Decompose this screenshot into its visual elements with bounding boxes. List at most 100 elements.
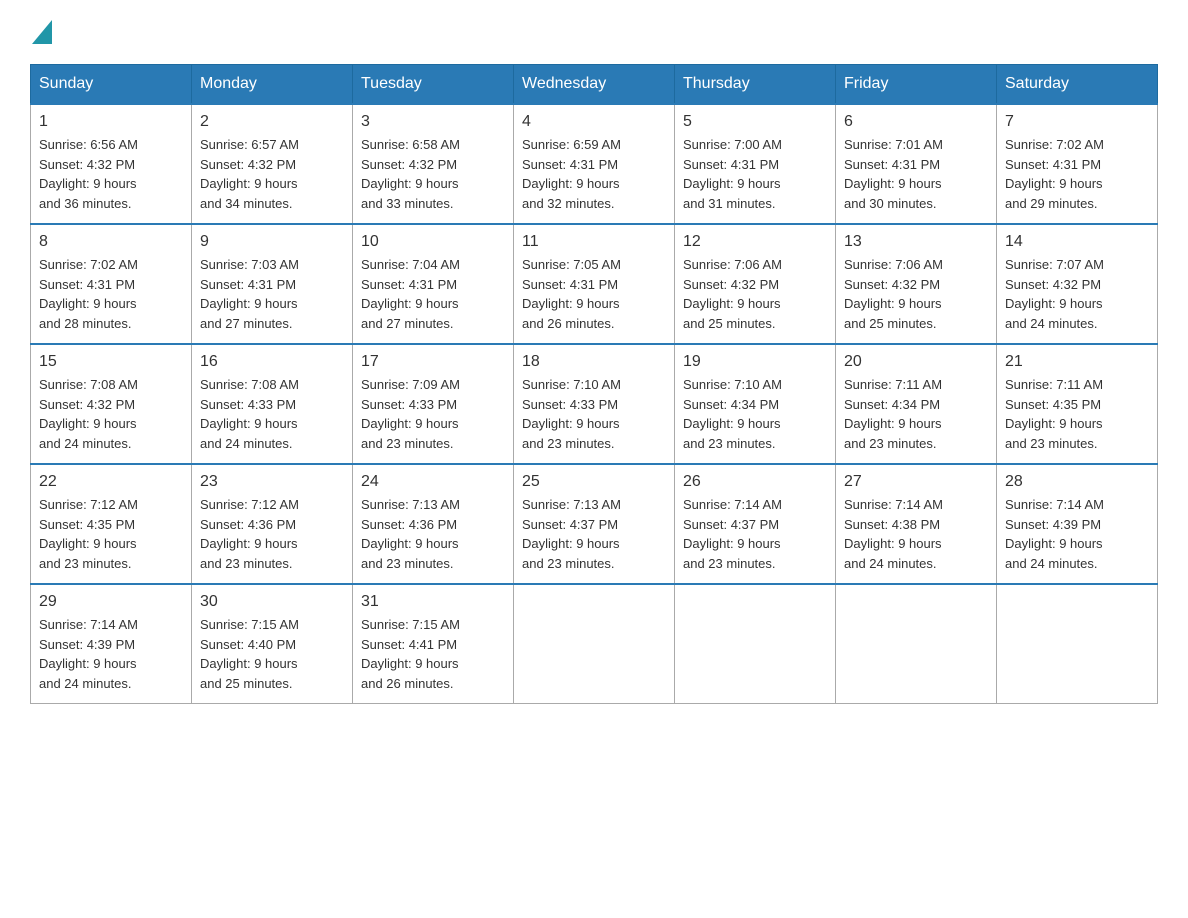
day-info: Sunrise: 7:11 AM Sunset: 4:34 PM Dayligh…: [844, 375, 988, 453]
day-info: Sunrise: 7:07 AM Sunset: 4:32 PM Dayligh…: [1005, 255, 1149, 333]
day-number: 22: [39, 473, 183, 491]
calendar-cell: 4 Sunrise: 6:59 AM Sunset: 4:31 PM Dayli…: [514, 104, 675, 224]
calendar-cell: 27 Sunrise: 7:14 AM Sunset: 4:38 PM Dayl…: [836, 464, 997, 584]
calendar-cell: 25 Sunrise: 7:13 AM Sunset: 4:37 PM Dayl…: [514, 464, 675, 584]
day-number: 2: [200, 113, 344, 131]
calendar-cell: 31 Sunrise: 7:15 AM Sunset: 4:41 PM Dayl…: [353, 584, 514, 704]
column-header-monday: Monday: [192, 65, 353, 105]
day-info: Sunrise: 7:04 AM Sunset: 4:31 PM Dayligh…: [361, 255, 505, 333]
calendar-cell: 24 Sunrise: 7:13 AM Sunset: 4:36 PM Dayl…: [353, 464, 514, 584]
day-info: Sunrise: 7:06 AM Sunset: 4:32 PM Dayligh…: [683, 255, 827, 333]
day-info: Sunrise: 7:14 AM Sunset: 4:39 PM Dayligh…: [1005, 495, 1149, 573]
day-number: 8: [39, 233, 183, 251]
day-number: 10: [361, 233, 505, 251]
week-row-5: 29 Sunrise: 7:14 AM Sunset: 4:39 PM Dayl…: [31, 584, 1158, 704]
calendar-cell: [997, 584, 1158, 704]
day-number: 31: [361, 593, 505, 611]
calendar-cell: 1 Sunrise: 6:56 AM Sunset: 4:32 PM Dayli…: [31, 104, 192, 224]
day-info: Sunrise: 7:14 AM Sunset: 4:38 PM Dayligh…: [844, 495, 988, 573]
column-header-sunday: Sunday: [31, 65, 192, 105]
day-number: 25: [522, 473, 666, 491]
calendar-cell: 21 Sunrise: 7:11 AM Sunset: 4:35 PM Dayl…: [997, 344, 1158, 464]
calendar-cell: 18 Sunrise: 7:10 AM Sunset: 4:33 PM Dayl…: [514, 344, 675, 464]
day-number: 13: [844, 233, 988, 251]
day-info: Sunrise: 7:08 AM Sunset: 4:33 PM Dayligh…: [200, 375, 344, 453]
column-header-tuesday: Tuesday: [353, 65, 514, 105]
calendar-header-row: SundayMondayTuesdayWednesdayThursdayFrid…: [31, 65, 1158, 105]
day-info: Sunrise: 7:10 AM Sunset: 4:34 PM Dayligh…: [683, 375, 827, 453]
day-info: Sunrise: 7:13 AM Sunset: 4:36 PM Dayligh…: [361, 495, 505, 573]
calendar-cell: 26 Sunrise: 7:14 AM Sunset: 4:37 PM Dayl…: [675, 464, 836, 584]
column-header-thursday: Thursday: [675, 65, 836, 105]
day-number: 1: [39, 113, 183, 131]
day-info: Sunrise: 7:10 AM Sunset: 4:33 PM Dayligh…: [522, 375, 666, 453]
day-info: Sunrise: 7:08 AM Sunset: 4:32 PM Dayligh…: [39, 375, 183, 453]
day-number: 18: [522, 353, 666, 371]
calendar-cell: 14 Sunrise: 7:07 AM Sunset: 4:32 PM Dayl…: [997, 224, 1158, 344]
week-row-4: 22 Sunrise: 7:12 AM Sunset: 4:35 PM Dayl…: [31, 464, 1158, 584]
day-number: 3: [361, 113, 505, 131]
day-info: Sunrise: 6:58 AM Sunset: 4:32 PM Dayligh…: [361, 135, 505, 213]
day-info: Sunrise: 7:02 AM Sunset: 4:31 PM Dayligh…: [39, 255, 183, 333]
day-number: 15: [39, 353, 183, 371]
day-number: 26: [683, 473, 827, 491]
day-number: 11: [522, 233, 666, 251]
calendar-cell: [675, 584, 836, 704]
calendar-cell: 7 Sunrise: 7:02 AM Sunset: 4:31 PM Dayli…: [997, 104, 1158, 224]
day-info: Sunrise: 7:00 AM Sunset: 4:31 PM Dayligh…: [683, 135, 827, 213]
calendar-cell: 10 Sunrise: 7:04 AM Sunset: 4:31 PM Dayl…: [353, 224, 514, 344]
day-info: Sunrise: 7:09 AM Sunset: 4:33 PM Dayligh…: [361, 375, 505, 453]
day-number: 14: [1005, 233, 1149, 251]
logo-blue-part: [30, 20, 52, 44]
day-info: Sunrise: 7:15 AM Sunset: 4:41 PM Dayligh…: [361, 615, 505, 693]
week-row-2: 8 Sunrise: 7:02 AM Sunset: 4:31 PM Dayli…: [31, 224, 1158, 344]
calendar-cell: 22 Sunrise: 7:12 AM Sunset: 4:35 PM Dayl…: [31, 464, 192, 584]
calendar-table: SundayMondayTuesdayWednesdayThursdayFrid…: [30, 64, 1158, 704]
calendar-cell: 13 Sunrise: 7:06 AM Sunset: 4:32 PM Dayl…: [836, 224, 997, 344]
column-header-friday: Friday: [836, 65, 997, 105]
calendar-cell: 15 Sunrise: 7:08 AM Sunset: 4:32 PM Dayl…: [31, 344, 192, 464]
column-header-saturday: Saturday: [997, 65, 1158, 105]
day-number: 6: [844, 113, 988, 131]
day-number: 17: [361, 353, 505, 371]
calendar-cell: 28 Sunrise: 7:14 AM Sunset: 4:39 PM Dayl…: [997, 464, 1158, 584]
day-info: Sunrise: 7:15 AM Sunset: 4:40 PM Dayligh…: [200, 615, 344, 693]
day-info: Sunrise: 7:01 AM Sunset: 4:31 PM Dayligh…: [844, 135, 988, 213]
day-info: Sunrise: 7:03 AM Sunset: 4:31 PM Dayligh…: [200, 255, 344, 333]
day-info: Sunrise: 7:14 AM Sunset: 4:37 PM Dayligh…: [683, 495, 827, 573]
day-number: 29: [39, 593, 183, 611]
day-number: 7: [1005, 113, 1149, 131]
day-number: 30: [200, 593, 344, 611]
day-info: Sunrise: 7:13 AM Sunset: 4:37 PM Dayligh…: [522, 495, 666, 573]
day-info: Sunrise: 7:14 AM Sunset: 4:39 PM Dayligh…: [39, 615, 183, 693]
calendar-cell: [514, 584, 675, 704]
calendar-cell: 11 Sunrise: 7:05 AM Sunset: 4:31 PM Dayl…: [514, 224, 675, 344]
calendar-cell: 2 Sunrise: 6:57 AM Sunset: 4:32 PM Dayli…: [192, 104, 353, 224]
calendar-cell: 3 Sunrise: 6:58 AM Sunset: 4:32 PM Dayli…: [353, 104, 514, 224]
calendar-cell: [836, 584, 997, 704]
calendar-cell: 30 Sunrise: 7:15 AM Sunset: 4:40 PM Dayl…: [192, 584, 353, 704]
day-info: Sunrise: 7:05 AM Sunset: 4:31 PM Dayligh…: [522, 255, 666, 333]
day-number: 24: [361, 473, 505, 491]
page-header: [30, 20, 1158, 44]
day-info: Sunrise: 6:57 AM Sunset: 4:32 PM Dayligh…: [200, 135, 344, 213]
calendar-cell: 8 Sunrise: 7:02 AM Sunset: 4:31 PM Dayli…: [31, 224, 192, 344]
calendar-cell: 19 Sunrise: 7:10 AM Sunset: 4:34 PM Dayl…: [675, 344, 836, 464]
day-number: 23: [200, 473, 344, 491]
calendar-cell: 5 Sunrise: 7:00 AM Sunset: 4:31 PM Dayli…: [675, 104, 836, 224]
day-number: 4: [522, 113, 666, 131]
day-number: 20: [844, 353, 988, 371]
calendar-cell: 9 Sunrise: 7:03 AM Sunset: 4:31 PM Dayli…: [192, 224, 353, 344]
day-number: 19: [683, 353, 827, 371]
day-info: Sunrise: 7:02 AM Sunset: 4:31 PM Dayligh…: [1005, 135, 1149, 213]
day-number: 5: [683, 113, 827, 131]
calendar-cell: 6 Sunrise: 7:01 AM Sunset: 4:31 PM Dayli…: [836, 104, 997, 224]
day-info: Sunrise: 6:59 AM Sunset: 4:31 PM Dayligh…: [522, 135, 666, 213]
day-number: 28: [1005, 473, 1149, 491]
calendar-cell: 16 Sunrise: 7:08 AM Sunset: 4:33 PM Dayl…: [192, 344, 353, 464]
day-info: Sunrise: 6:56 AM Sunset: 4:32 PM Dayligh…: [39, 135, 183, 213]
week-row-1: 1 Sunrise: 6:56 AM Sunset: 4:32 PM Dayli…: [31, 104, 1158, 224]
logo: [30, 20, 52, 44]
column-header-wednesday: Wednesday: [514, 65, 675, 105]
day-number: 27: [844, 473, 988, 491]
